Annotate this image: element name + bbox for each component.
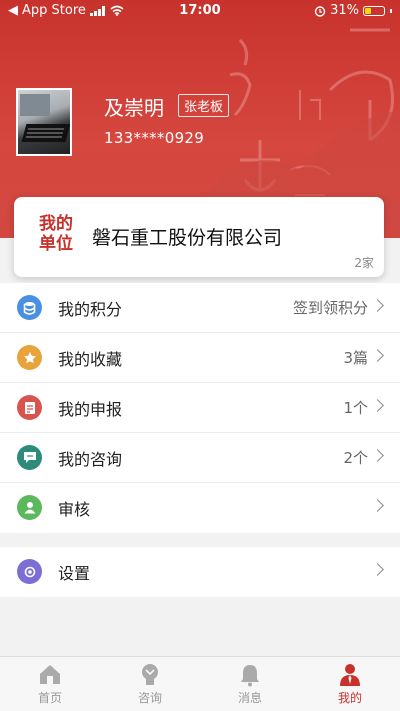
unit-count: 2家: [354, 256, 374, 270]
my-unit-label: 我的 单位: [39, 214, 73, 254]
menu-item-favorites[interactable]: 我的收藏 3篇: [0, 333, 400, 383]
menu-item-label: 我的咨询: [58, 449, 123, 469]
menu-item-points[interactable]: 我的积分 签到领积分: [0, 283, 400, 333]
menu-item-label: 我的收藏: [58, 349, 123, 369]
battery-percent: 31%: [330, 3, 359, 18]
status-bar: ◀ App Store 17:00 31%: [0, 0, 400, 22]
menu-item-value: 1个: [343, 399, 368, 417]
chevron-right-icon: [371, 299, 384, 312]
tab-home[interactable]: 首页: [0, 657, 100, 711]
menu-item-value: 2个: [343, 449, 368, 467]
menu-item-value: 3篇: [343, 349, 368, 367]
alarm-icon: [314, 5, 326, 17]
chevron-right-icon: [371, 449, 384, 462]
unit-name: 磐石重工股份有限公司: [92, 227, 283, 249]
role-badge: 张老板: [178, 94, 230, 117]
user-icon: [17, 495, 42, 520]
chat-icon: [17, 445, 42, 470]
star-icon: [17, 345, 42, 370]
battery-icon: [363, 5, 385, 16]
settings-icon: [17, 559, 42, 584]
menu-item-declarations[interactable]: 我的申报 1个: [0, 383, 400, 433]
menu-item-label: 审核: [58, 500, 91, 519]
lightbulb-icon: [142, 664, 158, 685]
bottom-tab-bar: 首页 咨询 消息 我的: [0, 656, 400, 711]
menu-item-consultations[interactable]: 我的咨询 2个: [0, 433, 400, 483]
chevron-right-icon: [371, 349, 384, 362]
settings-label: 设置: [58, 564, 91, 583]
my-unit-card[interactable]: 我的 单位 磐石重工股份有限公司 2家: [14, 197, 384, 277]
bell-icon: [241, 665, 259, 687]
chevron-right-icon: [371, 399, 384, 412]
menu-item-label: 我的申报: [58, 399, 123, 419]
database-icon: [17, 295, 42, 320]
document-icon: [17, 395, 42, 420]
person-icon: [340, 664, 360, 686]
menu-item-value: 签到领积分: [292, 299, 368, 317]
chevron-right-icon: [371, 499, 384, 512]
phone-number: 133****0929: [104, 129, 205, 147]
profile-menu: 我的积分 签到领积分 我的收藏 3篇 我的申报 1个 我的咨询 2个 审核: [0, 283, 400, 533]
tab-consult[interactable]: 咨询: [100, 657, 200, 711]
menu-item-settings[interactable]: 设置: [0, 547, 400, 597]
tab-messages[interactable]: 消息: [200, 657, 300, 711]
menu-item-label: 我的积分: [58, 299, 123, 319]
home-icon: [40, 665, 60, 684]
tab-mine[interactable]: 我的: [300, 657, 400, 711]
avatar[interactable]: [16, 88, 72, 156]
user-name: 及崇明: [104, 96, 164, 120]
chevron-right-icon: [371, 563, 384, 576]
menu-item-review[interactable]: 审核: [0, 483, 400, 533]
